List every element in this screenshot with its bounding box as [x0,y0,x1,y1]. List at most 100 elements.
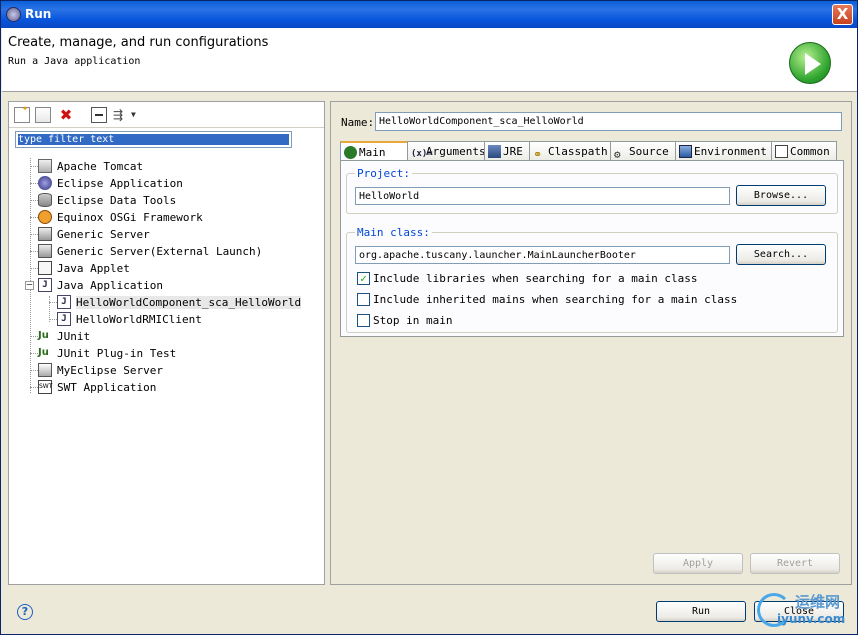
myeclipse-icon [38,363,52,377]
duplicate-configuration-icon[interactable] [35,107,51,123]
server-icon [38,244,52,258]
tree-toolbar: ✖ ⇶ ▼ [9,102,324,128]
tomcat-icon [38,159,52,173]
database-icon [38,193,52,207]
tab-source[interactable]: ⚙ Source [610,141,676,161]
search-button[interactable]: Search... [736,244,826,265]
osgi-icon [38,210,52,224]
configuration-name-input[interactable] [375,112,842,131]
main-tab-icon [344,146,357,159]
tree-item-label: Eclipse Data Tools [57,194,177,207]
project-label: Project: [355,167,412,180]
java-icon: J [38,278,52,292]
main-class-input[interactable] [355,246,730,264]
tab-label: JRE [503,145,523,158]
checkbox-unchecked-icon[interactable] [357,313,370,327]
tree-item-equinox-osgi-framework[interactable]: Equinox OSGi Framework [38,209,203,226]
watermark-domain: iyunv.com [777,612,846,626]
tab-main[interactable]: Main [340,141,408,161]
tree-item-label: Java Applet [57,262,130,275]
java-application-collapse-toggle[interactable]: – [25,281,34,290]
checkbox-checked-icon[interactable]: ✓ [357,271,370,285]
jre-icon [488,145,501,158]
main-class-group: Main class: Search... ✓Include libraries… [346,226,838,333]
tree-item-label: Eclipse Application [57,177,183,190]
window-close-button[interactable]: X [832,4,853,25]
tree-item-helloworldcomponent[interactable]: J HelloWorldComponent_sca_HelloWorld [57,294,302,311]
checkbox-label: Include libraries when searching for a m… [373,272,698,285]
tab-label: Environment [694,145,767,158]
tree-item-label: JUnit Plug-in Test [57,347,177,360]
new-configuration-icon[interactable] [14,103,30,123]
tab-label: Main [359,146,386,159]
tree-item-swt-application[interactable]: SWT SWT Application [38,379,156,396]
browse-button[interactable]: Browse... [736,185,826,206]
eclipse-app-icon [6,7,21,22]
delete-configuration-icon[interactable]: ✖ [58,107,74,123]
tab-common[interactable]: Common [771,141,837,161]
source-icon: ⚙ [614,148,621,161]
tree-item-java-application[interactable]: J Java Application [38,277,163,294]
tree-item-generic-server[interactable]: Generic Server [38,226,150,243]
tree-connector [30,158,31,393]
tree-item-junit-plugin-test[interactable]: Ju JUnit Plug-in Test [38,345,176,362]
tree-item-eclipse-application[interactable]: Eclipse Application [38,175,183,192]
arguments-icon: (x)= [411,149,433,159]
tree-item-label: Equinox OSGi Framework [57,211,203,224]
java-icon: J [57,295,71,309]
project-input[interactable] [355,187,730,205]
run-dialog: Run X Create, manage, and run configurat… [0,0,858,635]
include-inherited-checkbox[interactable]: Include inherited mains when searching f… [357,292,737,308]
stop-in-main-checkbox[interactable]: Stop in main [357,313,453,329]
tab-environment[interactable]: Environment [675,141,772,161]
tab-classpath[interactable]: ⚭ Classpath [529,141,611,161]
tree-item-eclipse-data-tools[interactable]: Eclipse Data Tools [38,192,176,209]
tree-item-generic-server-external[interactable]: Generic Server(External Launch) [38,243,262,260]
tree-item-label: Generic Server(External Launch) [57,245,263,258]
revert-button[interactable]: Revert [750,553,840,574]
tree-item-label: JUnit [57,330,91,343]
run-button[interactable]: Run [656,601,746,622]
project-group: Project: Browse... [346,167,838,214]
tree-item-label: Java Application [57,279,163,292]
applet-icon [38,261,52,275]
junit-icon: Ju [38,330,49,341]
checkbox-unchecked-icon[interactable] [357,292,370,306]
help-icon[interactable]: ? [17,604,33,620]
tree-item-apache-tomcat[interactable]: Apache Tomcat [38,158,143,175]
include-libraries-checkbox[interactable]: ✓ Include libraries when searching for a … [357,271,698,287]
tree-item-label: SWT Application [57,381,157,394]
tree-item-label: Generic Server [57,228,150,241]
java-icon: J [57,312,71,326]
window-title: Run [25,7,52,21]
tree-item-junit[interactable]: Ju JUnit [38,328,90,345]
tab-label: Arguments [426,145,486,158]
watermark-text: 运维网 [795,593,841,611]
tab-arguments[interactable]: (x)= Arguments [407,141,486,161]
tree-item-java-applet[interactable]: Java Applet [38,260,130,277]
tree-item-helloworldrmiclient[interactable]: J HelloWorldRMIClient [57,311,202,328]
classpath-icon: ⚭ [533,148,543,161]
main-class-label: Main class: [355,226,432,239]
junit-icon: Ju [38,347,49,358]
collapse-all-icon[interactable] [91,107,107,123]
apply-button[interactable]: Apply [653,553,743,574]
configuration-tree-panel: ✖ ⇶ ▼ – Apache Tomcat [8,101,325,585]
tree-item-myeclipse-server[interactable]: MyEclipse Server [38,362,163,379]
checkbox-label: Stop in main [373,314,453,327]
filter-configurations-icon[interactable]: ⇶ [113,107,129,123]
watermark-logo: 运维网 iyunv.com [755,589,851,629]
filter-menu-chevron-down-icon[interactable]: ▼ [131,107,141,123]
eclipse-icon [38,176,52,190]
filter-input[interactable] [15,131,292,148]
title-bar[interactable]: Run X [1,1,857,28]
server-icon [38,227,52,241]
swt-icon: SWT [38,380,52,394]
environment-icon [679,145,692,158]
tree-item-label: MyEclipse Server [57,364,163,377]
configuration-editor-panel: Name: Main (x)=Arguments JRE ⚭ Classpath … [330,101,852,585]
tab-jre[interactable]: JRE [484,141,530,161]
common-icon [775,145,788,158]
tab-label: Classpath [548,145,608,158]
tab-label: Source [629,145,669,158]
